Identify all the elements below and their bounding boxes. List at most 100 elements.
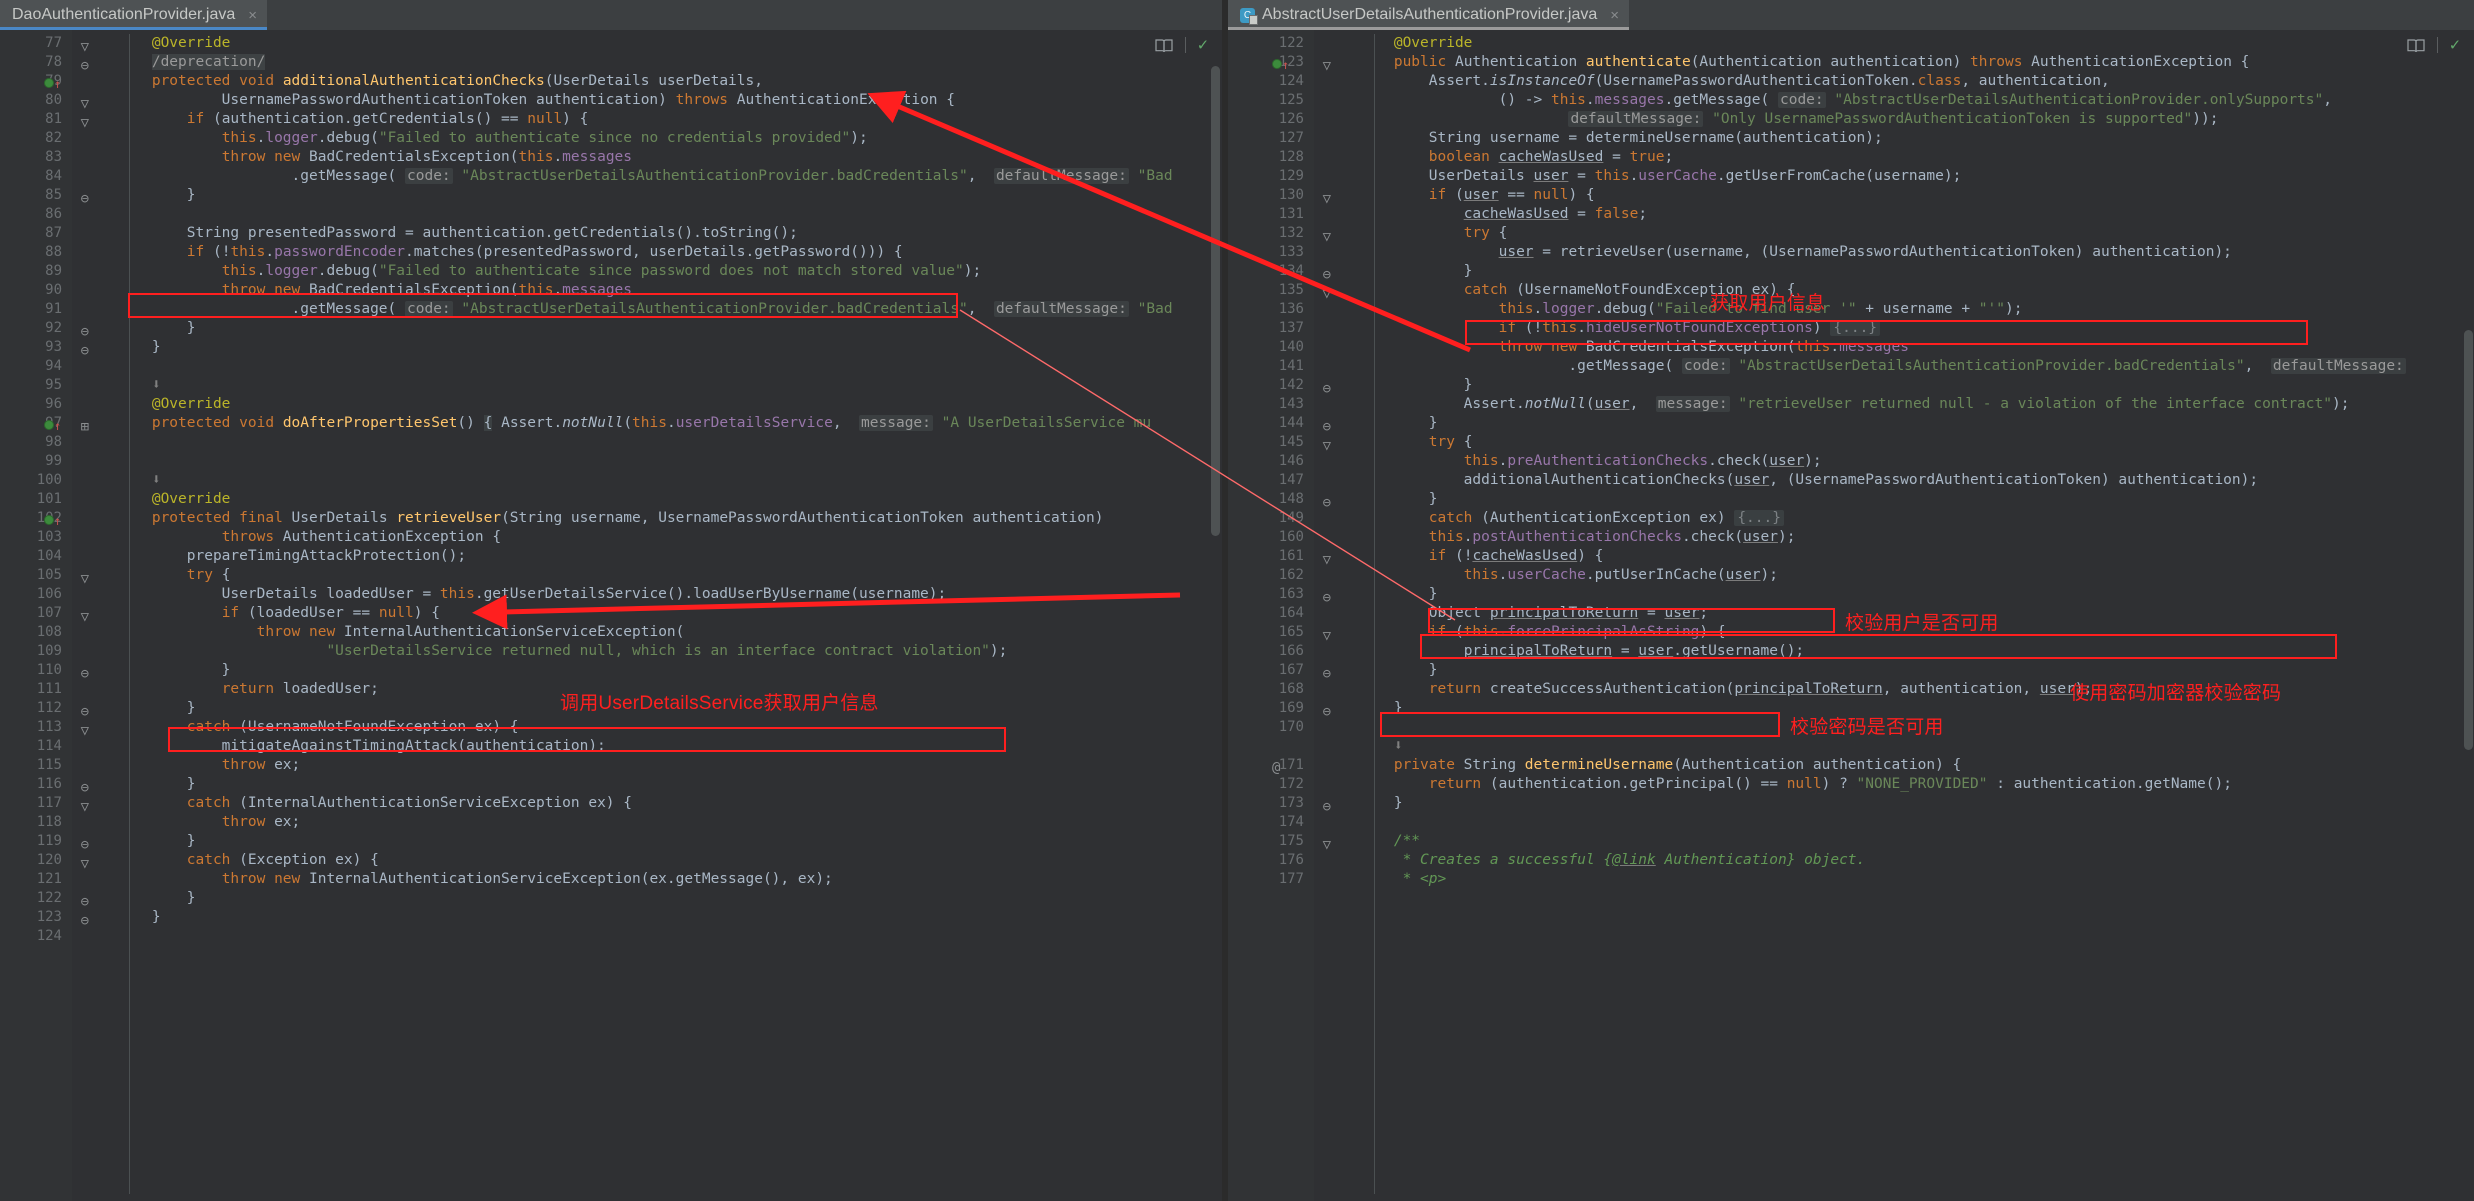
inspections-ok-icon[interactable]: ✓ (1198, 35, 1208, 55)
line-number[interactable]: 140 (1228, 338, 1314, 357)
line-number[interactable]: 122 ⊖ (0, 889, 89, 910)
line-number[interactable]: 102↑ (0, 509, 72, 528)
code-line[interactable]: catch (InternalAuthenticationServiceExce… (72, 794, 1222, 813)
code-line[interactable]: boolean cacheWasUsed = true; (1314, 148, 2474, 167)
code-line[interactable]: throw ex; (72, 756, 1222, 775)
code-line[interactable]: @Override (72, 34, 1222, 53)
code-line[interactable]: } (72, 832, 1222, 851)
code-line[interactable] (1314, 718, 2474, 737)
code-line[interactable]: @Override (1314, 34, 2474, 53)
line-number[interactable]: 118 (0, 813, 72, 832)
code-line[interactable]: * Creates a successful {@link Authentica… (1314, 851, 2474, 870)
code-line[interactable]: throw ex; (72, 813, 1222, 832)
line-number[interactable]: 116 ⊖ (0, 775, 89, 796)
code-line[interactable]: throw new InternalAuthenticationServiceE… (72, 870, 1222, 889)
vertical-scrollbar-right[interactable] (2464, 330, 2473, 750)
code-line[interactable]: throw new BadCredentialsException(this.m… (1314, 338, 2474, 357)
code-line[interactable]: String username = determineUsername(auth… (1314, 129, 2474, 148)
code-line[interactable]: throw new BadCredentialsException(this.m… (72, 148, 1222, 167)
code-line[interactable]: protected void doAfterPropertiesSet() { … (72, 414, 1222, 433)
code-line[interactable]: try { (72, 566, 1222, 585)
line-number[interactable]: 176 (1228, 851, 1314, 870)
line-number[interactable]: 169 ⊖ (1228, 699, 1331, 720)
line-number[interactable]: 161 ▽ (1228, 547, 1331, 568)
line-number[interactable]: 89 (0, 262, 72, 281)
code-line[interactable]: Object principalToReturn = user; (1314, 604, 2474, 623)
inspections-ok-icon[interactable]: ✓ (2450, 35, 2460, 55)
code-line[interactable]: protected void additionalAuthenticationC… (72, 72, 1222, 91)
code-line[interactable]: } (72, 338, 1222, 357)
line-number[interactable]: 119 ⊖ (0, 832, 89, 853)
line-number[interactable]: 78 ⊖ (0, 53, 89, 74)
line-number[interactable]: 124 (1228, 72, 1314, 91)
code-line[interactable]: if (!cacheWasUsed) { (1314, 547, 2474, 566)
code-line[interactable]: if (this.forcePrincipalAsString) { (1314, 623, 2474, 642)
line-number[interactable]: 99 (0, 452, 72, 471)
line-number[interactable]: 166 (1228, 642, 1314, 661)
line-number[interactable]: 141 (1228, 357, 1314, 376)
line-number[interactable]: 143 (1228, 395, 1314, 414)
line-number[interactable]: 110 ⊖ (0, 661, 89, 682)
code-line[interactable]: if (user == null) { (1314, 186, 2474, 205)
line-number[interactable]: 88 (0, 243, 72, 262)
line-number[interactable]: 136 (1228, 300, 1314, 319)
line-number[interactable]: 173 ⊖ (1228, 794, 1331, 815)
close-icon[interactable]: × (248, 7, 257, 24)
code-line[interactable]: principalToReturn = user.getUsername(); (1314, 642, 2474, 661)
line-number[interactable]: 93 ⊖ (0, 338, 89, 359)
code-line[interactable]: this.logger.debug("Failed to authenticat… (72, 129, 1222, 148)
code-line[interactable]: } (1314, 490, 2474, 509)
code-line[interactable]: } (1314, 376, 2474, 395)
line-number[interactable]: 146 (1228, 452, 1314, 471)
line-number[interactable]: 165 ▽ (1228, 623, 1331, 644)
code-line[interactable]: * <p> (1314, 870, 2474, 889)
line-number[interactable]: 117 ▽ (0, 794, 89, 815)
code-line[interactable]: .getMessage( code: "AbstractUserDetailsA… (72, 300, 1222, 319)
line-number-gutter-left[interactable]: 77▽78⊖79↑80▽81▽82838485⊖86878889909192⊖9… (0, 30, 89, 1201)
line-number[interactable]: 134 ⊖ (1228, 262, 1331, 283)
code-line[interactable]: ⬇ (72, 471, 1222, 490)
line-number[interactable]: 137 (1228, 319, 1314, 338)
code-line[interactable]: user = retrieveUser(username, (UsernameP… (1314, 243, 2474, 262)
code-line[interactable]: .getMessage( code: "AbstractUserDetailsA… (72, 167, 1222, 186)
line-number[interactable]: 124 (0, 927, 72, 946)
code-line[interactable]: return loadedUser; (72, 680, 1222, 699)
line-number[interactable]: 147 (1228, 471, 1314, 490)
code-line[interactable]: Assert.notNull(user, message: "retrieveU… (1314, 395, 2474, 414)
editor-left[interactable]: 77▽78⊖79↑80▽81▽82838485⊖86878889909192⊖9… (0, 30, 1222, 1201)
code-line[interactable]: throws AuthenticationException { (72, 528, 1222, 547)
code-line[interactable]: this.userCache.putUserInCache(user); (1314, 566, 2474, 585)
code-line[interactable] (72, 927, 1222, 946)
line-number[interactable]: 80 ▽ (0, 91, 89, 112)
code-line[interactable]: throw new BadCredentialsException(this.m… (72, 281, 1222, 300)
code-line[interactable]: this.postAuthenticationChecks.check(user… (1314, 528, 2474, 547)
code-line[interactable]: } (1314, 794, 2474, 813)
code-line[interactable]: throw new InternalAuthenticationServiceE… (72, 623, 1222, 642)
code-line[interactable]: this.logger.debug("Failed to find user '… (1314, 300, 2474, 319)
code-line[interactable]: } (72, 186, 1222, 205)
line-number[interactable]: 129 (1228, 167, 1314, 186)
line-number[interactable]: 125 (1228, 91, 1314, 110)
line-number[interactable]: 97↑⊞ (0, 414, 89, 435)
code-line[interactable]: } (1314, 699, 2474, 718)
line-number[interactable]: 79↑ (0, 72, 72, 91)
code-line[interactable]: prepareTimingAttackProtection(); (72, 547, 1222, 566)
line-number[interactable]: 109 (0, 642, 72, 661)
line-number[interactable]: 130 ▽ (1228, 186, 1331, 207)
code-area-left[interactable]: @Override /deprecation/ protected void a… (72, 30, 1222, 1201)
line-number[interactable]: 121 (0, 870, 72, 889)
line-number[interactable]: 92 ⊖ (0, 319, 89, 340)
line-number[interactable]: 90 (0, 281, 72, 300)
line-number[interactable]: 77 ▽ (0, 34, 89, 55)
code-line[interactable] (72, 433, 1222, 452)
code-line[interactable]: } (1314, 414, 2474, 433)
line-number[interactable]: 107 ▽ (0, 604, 89, 625)
code-line[interactable]: } (1314, 585, 2474, 604)
line-number[interactable]: 170 (1228, 718, 1314, 737)
tab-abstract-userdetails-authentication-provider[interactable]: C AbstractUserDetailsAuthenticationProvi… (1228, 0, 1630, 30)
line-number[interactable]: 94 (0, 357, 72, 376)
code-line[interactable] (72, 205, 1222, 224)
line-number[interactable]: 111 (0, 680, 72, 699)
line-number[interactable]: 120 ▽ (0, 851, 89, 872)
line-number[interactable]: 106 (0, 585, 72, 604)
